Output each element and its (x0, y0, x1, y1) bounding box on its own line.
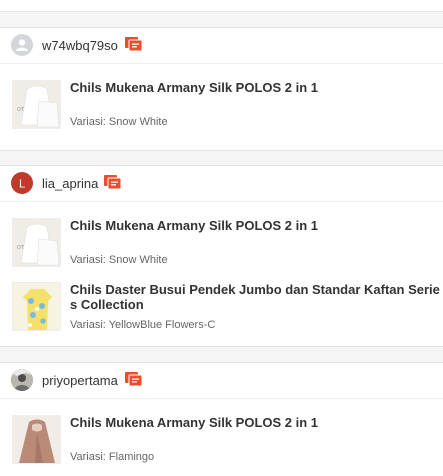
chat-icon[interactable] (104, 175, 121, 190)
product-item[interactable]: Chils Mukena Armany Silk POLOS 2 in 1 Va… (0, 409, 443, 467)
product-variant: Variasi: Snow White (70, 254, 168, 266)
product-item[interactable]: OT Chils Mukena Armany Silk POLOS 2 in 1… (0, 74, 443, 132)
order-card: priyopertama Chils Mukena Armany Silk PO… (0, 362, 443, 476)
svg-text:OT: OT (17, 107, 25, 113)
product-thumbnail: OT (12, 218, 61, 267)
product-variant: Variasi: Snow White (70, 116, 168, 128)
divider (0, 63, 443, 64)
product-name[interactable]: Chils Mukena Armany Silk POLOS 2 in 1 (70, 415, 443, 430)
product-thumbnail (12, 282, 61, 331)
order-card: L lia_aprina OT Chils Mukena Armany Silk… (0, 165, 443, 347)
product-name[interactable]: Chils Mukena Armany Silk POLOS 2 in 1 (70, 80, 443, 95)
svg-text:L: L (19, 178, 26, 191)
letter-avatar[interactable]: L (11, 172, 33, 194)
divider (0, 201, 443, 202)
product-variant: Variasi: YellowBlue Flowers-C (70, 319, 216, 331)
previous-card-bottom (0, 0, 443, 11)
svg-text:OT: OT (17, 245, 25, 251)
buyer-username[interactable]: lia_aprina (42, 176, 98, 191)
order-card: w74wbq79so OT Chils Mukena Armany Silk P… (0, 27, 443, 151)
default-avatar-icon[interactable] (11, 34, 33, 56)
buyer-username[interactable]: w74wbq79so (42, 38, 118, 53)
product-thumbnail: OT (12, 80, 61, 129)
product-item[interactable]: Chils Daster Busui Pendek Jumbo dan Stan… (0, 278, 443, 336)
buyer-header: priyopertama (0, 363, 443, 398)
product-variant: Variasi: Flamingo (70, 451, 155, 463)
photo-avatar[interactable] (11, 369, 33, 391)
buyer-header: w74wbq79so (0, 28, 443, 63)
buyer-header: L lia_aprina (0, 166, 443, 201)
product-item[interactable]: OT Chils Mukena Armany Silk POLOS 2 in 1… (0, 212, 443, 270)
product-name[interactable]: Chils Daster Busui Pendek Jumbo dan Stan… (70, 282, 443, 312)
product-name[interactable]: Chils Mukena Armany Silk POLOS 2 in 1 (70, 218, 443, 233)
chat-icon[interactable] (125, 372, 142, 387)
buyer-username[interactable]: priyopertama (42, 373, 118, 388)
divider (0, 398, 443, 399)
divider (0, 11, 443, 12)
product-thumbnail (12, 415, 61, 464)
chat-icon[interactable] (125, 37, 142, 52)
